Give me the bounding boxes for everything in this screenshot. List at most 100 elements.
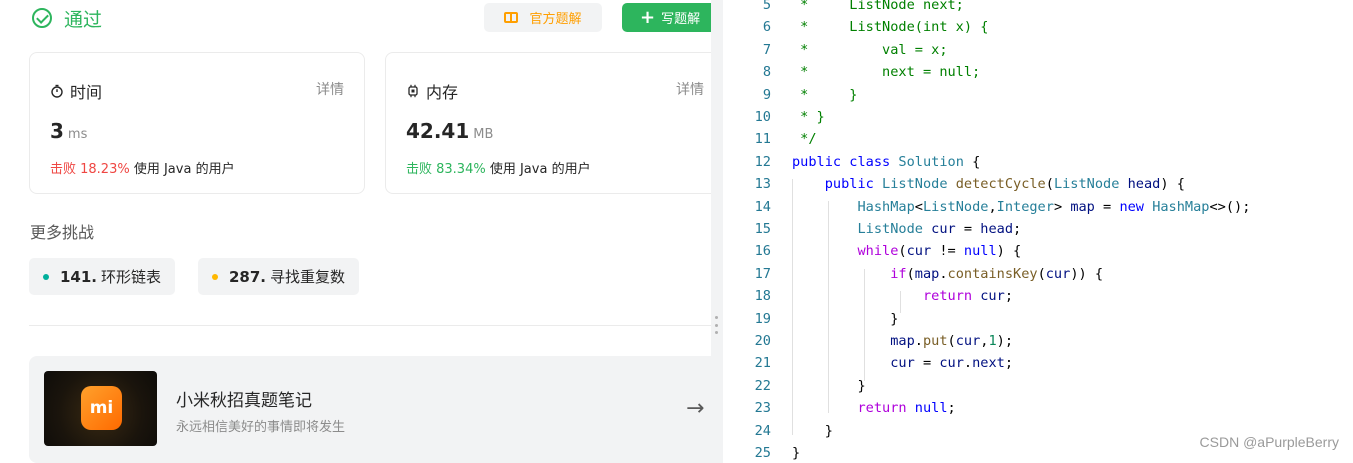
- code-token: !=: [931, 243, 964, 260]
- runtime-value: 3: [50, 119, 64, 143]
- section-divider: [29, 325, 711, 326]
- runtime-detail-link[interactable]: 详情: [316, 79, 344, 99]
- memory-beat-suffix: 使用 Java 的用户: [489, 162, 591, 177]
- code-line[interactable]: 20 map.put(cur,1);: [723, 330, 1353, 352]
- runtime-beat-row: 击败 18.23% 使用 Java 的用户: [50, 158, 235, 177]
- code-token: head: [980, 221, 1014, 237]
- code-text: map.put(cur,1);: [792, 330, 1013, 352]
- indent-guide: [792, 179, 793, 435]
- code-line[interactable]: 11 */: [723, 128, 1353, 150]
- challenge-chip-141[interactable]: 141. 环形链表: [29, 258, 176, 295]
- code-line[interactable]: 10 * }: [723, 106, 1353, 128]
- code-token: <: [914, 198, 923, 215]
- code-token: =: [914, 355, 940, 372]
- difficulty-dot-icon: [212, 273, 218, 280]
- drag-handle-icon[interactable]: [715, 316, 718, 334]
- official-solution-label: 官方题解: [529, 12, 582, 27]
- challenge-chip-287[interactable]: 287. 寻找重复数: [198, 258, 360, 295]
- code-token: }: [792, 422, 833, 439]
- code-token: class: [849, 153, 891, 170]
- code-token: .: [914, 333, 923, 349]
- code-token: ListNode: [882, 176, 948, 193]
- promo-thumbnail: mi: [44, 371, 157, 446]
- code-line[interactable]: 13 public ListNode detectCycle(ListNode …: [723, 173, 1353, 195]
- code-text: return cur;: [792, 285, 1013, 307]
- difficulty-dot-icon: [43, 273, 49, 280]
- line-number: 12: [754, 153, 771, 170]
- code-text: public ListNode detectCycle(ListNode hea…: [792, 173, 1185, 195]
- official-solution-button[interactable]: 官方题解: [484, 3, 602, 32]
- code-line[interactable]: 9 * }: [723, 84, 1353, 106]
- code-token: (: [947, 333, 956, 349]
- memory-detail-link[interactable]: 详情: [676, 79, 704, 99]
- code-line[interactable]: 17 if(map.containsKey(cur)) {: [723, 263, 1353, 285]
- book-icon: [504, 12, 519, 23]
- line-number: 9: [762, 86, 771, 103]
- code-token: );: [996, 333, 1014, 349]
- code-line[interactable]: 21 cur = cur.next;: [723, 352, 1353, 374]
- panel-splitter[interactable]: [711, 0, 723, 463]
- code-token: map: [1070, 198, 1095, 215]
- code-line[interactable]: 5 * ListNode next;: [723, 0, 1353, 16]
- code-text: cur = cur.next;: [792, 352, 1013, 374]
- code-text: ListNode cur = head;: [792, 218, 1021, 240]
- code-line[interactable]: 18 return cur;: [723, 285, 1353, 307]
- code-line[interactable]: 7 * val = x;: [723, 39, 1353, 61]
- code-line[interactable]: 22 }: [723, 375, 1353, 397]
- arrow-right-icon[interactable]: →: [686, 396, 704, 421]
- code-line[interactable]: 15 ListNode cur = head;: [723, 218, 1353, 240]
- code-token: cur: [1045, 265, 1071, 282]
- code-editor[interactable]: 5 * ListNode next; 6 * ListNode(int x) {7…: [723, 0, 1353, 463]
- code-line[interactable]: 23 return null;: [723, 397, 1353, 419]
- promo-card[interactable]: mi 小米秋招真题笔记 永远相信美好的事情即将发生 →: [29, 356, 711, 463]
- code-token: ;: [1013, 221, 1022, 237]
- code-token: .: [939, 265, 948, 282]
- code-token: (: [898, 243, 907, 260]
- code-line[interactable]: 14 HashMap<ListNode,Integer> map = new H…: [723, 196, 1353, 218]
- memory-value: 42.41: [406, 119, 470, 143]
- code-token: ;: [947, 400, 956, 417]
- code-text: * }: [792, 84, 857, 106]
- code-token: map: [890, 333, 915, 349]
- code-line[interactable]: 19 }: [723, 308, 1353, 330]
- line-number: 21: [754, 355, 771, 372]
- line-number: 16: [754, 243, 771, 260]
- challenge-number: 141.: [60, 267, 98, 286]
- code-token: ) {: [1160, 176, 1185, 193]
- code-line[interactable]: 6 * ListNode(int x) {: [723, 16, 1353, 38]
- chip-icon: [408, 84, 418, 98]
- code-text: return null;: [792, 397, 956, 419]
- write-solution-button[interactable]: + 写题解: [622, 3, 711, 32]
- line-number: 5: [762, 0, 771, 13]
- code-token: .: [963, 355, 973, 372]
- code-token: return: [857, 400, 907, 417]
- code-line[interactable]: 16 while(cur != null) {: [723, 240, 1353, 262]
- csdn-watermark: CSDN @aPurpleBerry: [1199, 434, 1339, 450]
- memory-unit: MB: [473, 127, 494, 142]
- code-text: */: [792, 128, 816, 150]
- code-token: new: [1119, 198, 1144, 215]
- line-number: 11: [754, 131, 771, 148]
- code-token: map: [914, 265, 940, 282]
- code-token: null: [963, 243, 997, 260]
- code-line[interactable]: 12 public class Solution {: [723, 151, 1353, 173]
- code-token: put: [922, 333, 948, 349]
- code-text: }: [792, 420, 833, 442]
- code-token: )) {: [1070, 265, 1104, 282]
- code-token: containsKey: [947, 265, 1038, 282]
- challenge-title: 寻找重复数: [270, 268, 346, 286]
- runtime-beat-percent: 击败 18.23%: [50, 162, 130, 177]
- stopwatch-icon: [51, 84, 63, 98]
- code-token: cur: [890, 355, 915, 372]
- code-line[interactable]: 8 * next = null;: [723, 61, 1353, 83]
- line-number: 20: [754, 333, 771, 349]
- code-token: ListNode: [922, 198, 989, 215]
- challenge-title: 环形链表: [101, 268, 162, 286]
- line-number: 24: [754, 422, 771, 439]
- code-token: public: [792, 153, 842, 170]
